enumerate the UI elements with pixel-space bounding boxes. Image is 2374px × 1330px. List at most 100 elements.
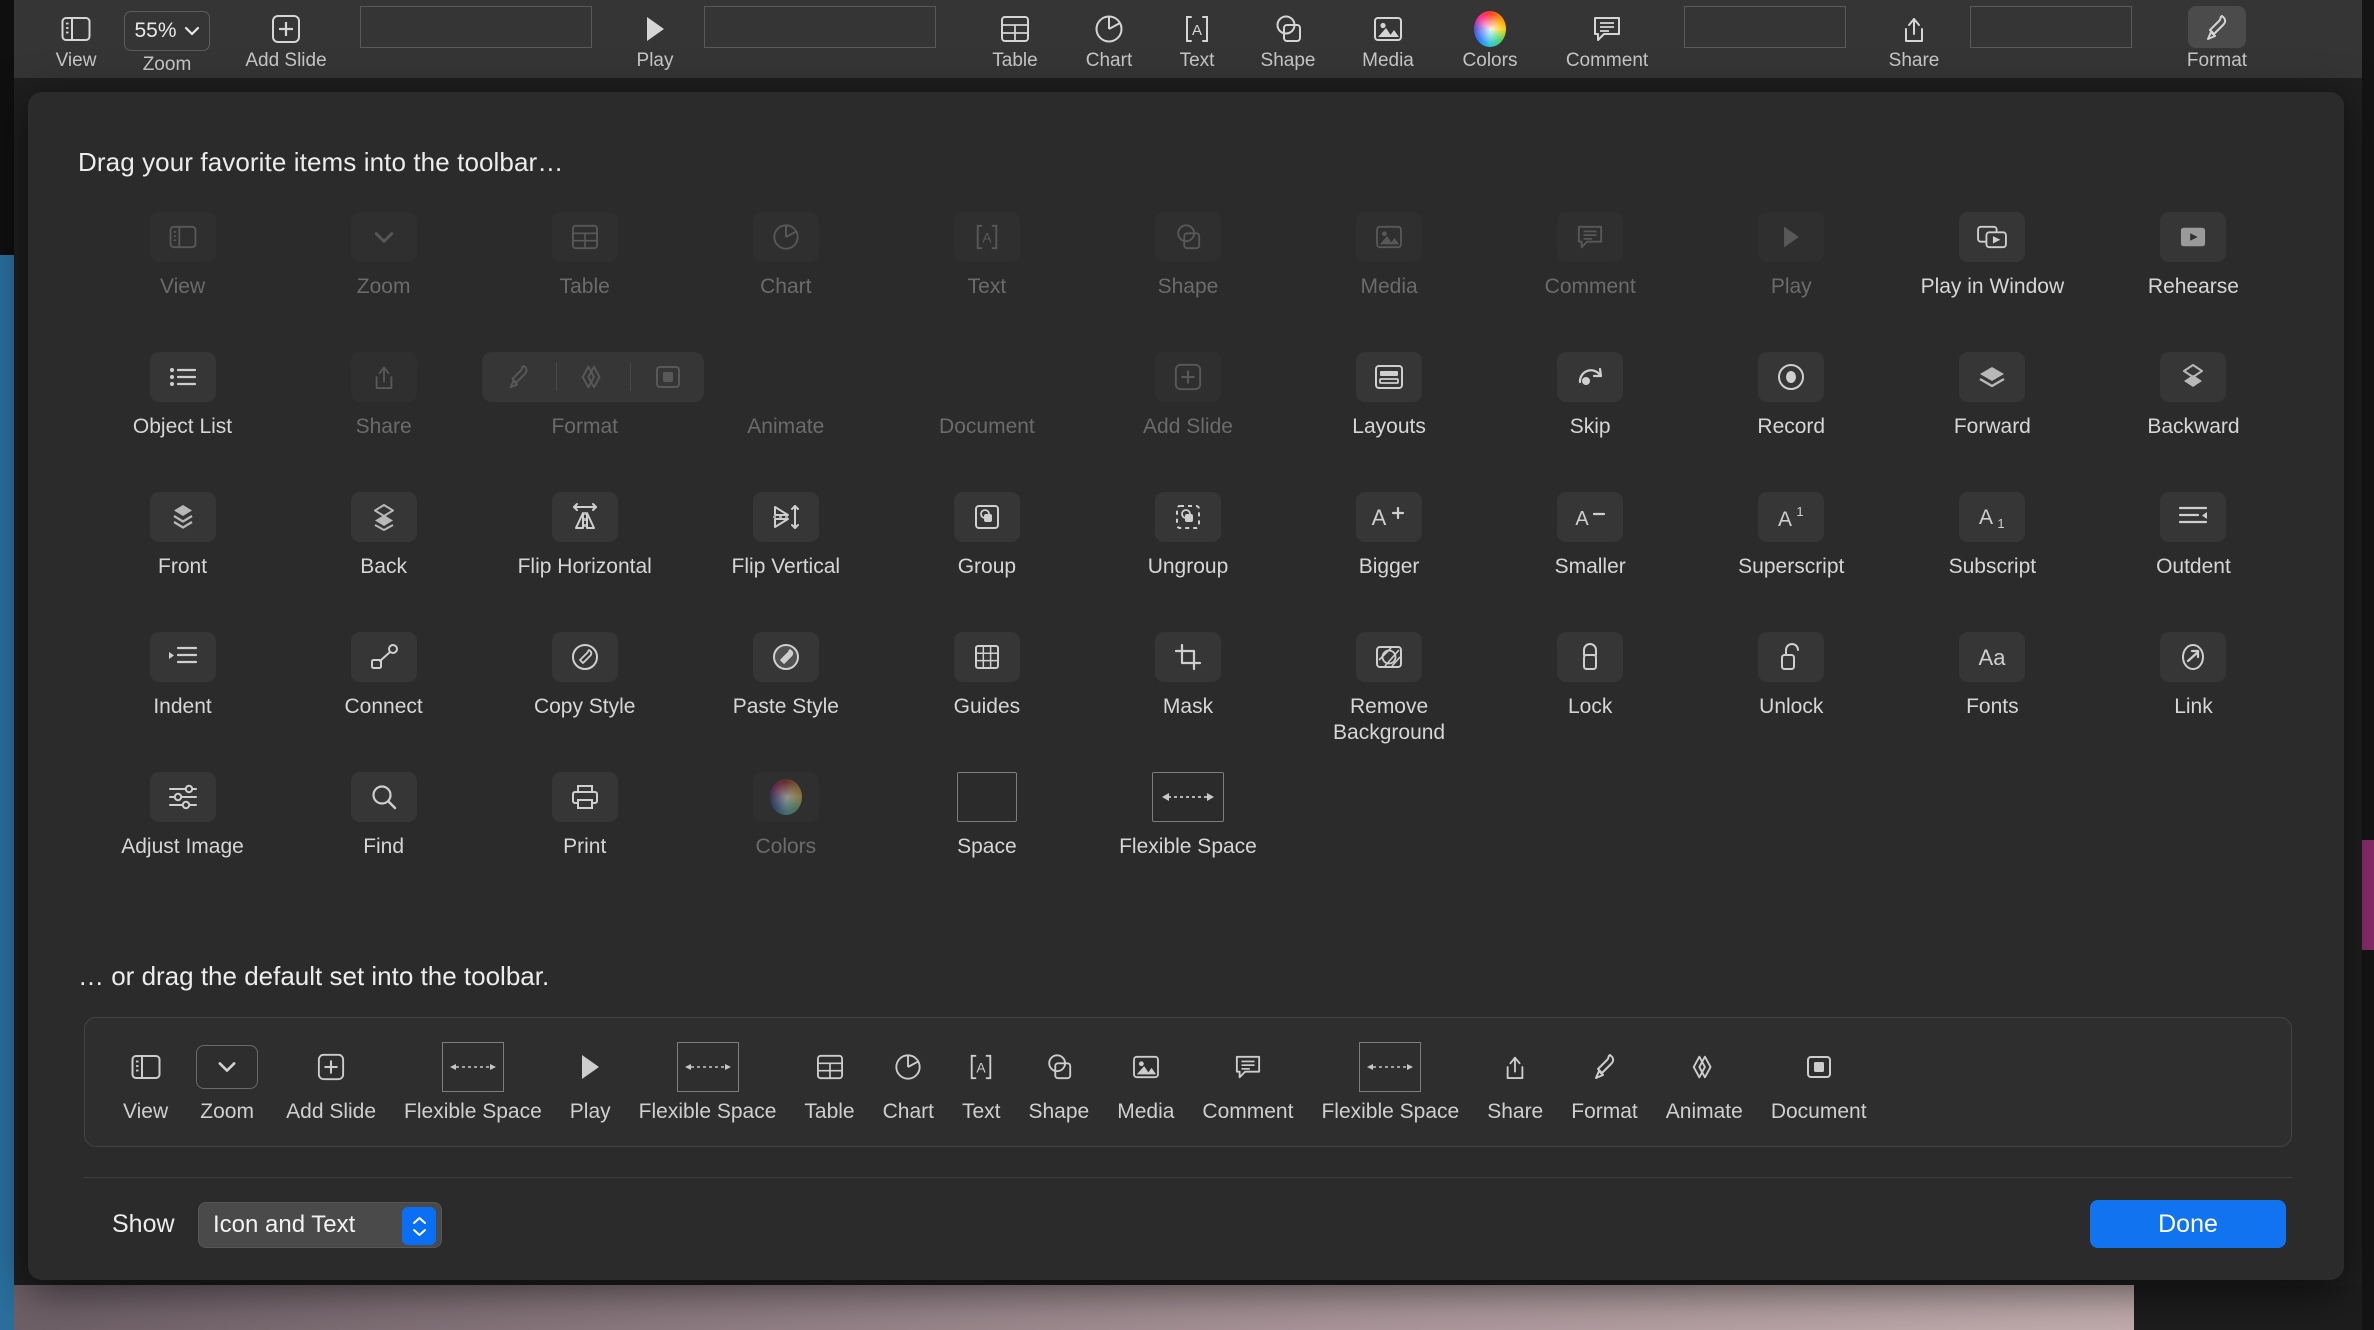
palette-item-chart[interactable]: Chart (685, 212, 886, 330)
palette-item-lock[interactable]: Lock (1490, 632, 1691, 750)
toolbar-item-format[interactable]: Format (2158, 0, 2276, 78)
default-item-play[interactable]: Play (556, 1040, 625, 1124)
zoom-popup[interactable]: 55% (124, 10, 210, 52)
toolbar-flexible-space-2[interactable] (704, 6, 936, 48)
toolbar-flexible-space-1[interactable] (360, 6, 592, 48)
toolbar-item-view[interactable]: View (40, 0, 112, 78)
toolbar-item-play[interactable]: Play (614, 0, 696, 78)
palette-item-colors[interactable]: Colors (685, 772, 886, 890)
palette-item-ungroup[interactable]: Ungroup (1087, 492, 1288, 610)
default-item-flexible-space-3[interactable]: Flexible Space (1307, 1040, 1473, 1124)
palette-item-skip[interactable]: Skip (1490, 352, 1691, 470)
palette-item-shape[interactable]: Shape (1087, 212, 1288, 330)
palette-item-bigger[interactable]: A Bigger (1289, 492, 1490, 610)
palette-item-superscript[interactable]: A1 Superscript (1691, 492, 1892, 610)
palette-item-subscript[interactable]: A1 Subscript (1892, 492, 2093, 610)
palette-item-guides[interactable]: Guides (886, 632, 1087, 750)
window-right-edge (2362, 0, 2374, 1330)
palette-item-forward[interactable]: Forward (1892, 352, 2093, 470)
palette-item-text[interactable]: A Text (886, 212, 1087, 330)
palette-item-adjust-image[interactable]: Adjust Image (82, 772, 283, 890)
search-icon (350, 772, 417, 822)
palette-item-link[interactable]: Link (2093, 632, 2294, 750)
table-icon (551, 212, 618, 262)
default-item-shape[interactable]: Shape (1014, 1040, 1103, 1124)
toolbar-item-comment[interactable]: Comment (1542, 0, 1672, 78)
default-item-document[interactable]: Document (1757, 1040, 1881, 1124)
palette-item-flexible-space[interactable]: Flexible Space (1087, 772, 1288, 890)
default-item-add-slide[interactable]: Add Slide (272, 1040, 390, 1124)
palette-item-indent[interactable]: Indent (82, 632, 283, 750)
palette-item-copy-style[interactable]: Copy Style (484, 632, 685, 750)
toolbar-flexible-space-4[interactable] (1970, 6, 2132, 48)
default-item-flexible-space-1[interactable]: Flexible Space (390, 1040, 556, 1124)
toolbar-item-zoom[interactable]: 55% Zoom (112, 0, 222, 78)
palette-item-backward[interactable]: Backward (2093, 352, 2294, 470)
default-item-format[interactable]: Format (1557, 1040, 1652, 1124)
format-segment[interactable] (482, 352, 555, 402)
palette-item-group[interactable]: Group (886, 492, 1087, 610)
toolbar-item-chart[interactable]: Chart (1062, 0, 1156, 78)
default-item-share[interactable]: Share (1473, 1040, 1557, 1124)
default-item-comment[interactable]: Comment (1188, 1040, 1307, 1124)
toolbar-item-add-slide[interactable]: Add Slide (222, 0, 350, 78)
toolbar-item-table[interactable]: Table (968, 0, 1062, 78)
animate-segment[interactable] (557, 352, 630, 402)
toolbar-item-label: Table (992, 50, 1038, 71)
palette-item-play-in-window[interactable]: Play in Window (1892, 212, 2093, 330)
palette-item-object-list[interactable]: Object List (82, 352, 283, 470)
palette-item-unlock[interactable]: Unlock (1691, 632, 1892, 750)
palette-item-layouts[interactable]: Layouts (1289, 352, 1490, 470)
palette-item-comment[interactable]: Comment (1490, 212, 1691, 330)
palette-item-zoom[interactable]: Zoom (283, 212, 484, 330)
palette-item-media[interactable]: Media (1289, 212, 1490, 330)
default-item-zoom[interactable]: Zoom (182, 1040, 272, 1124)
default-item-view[interactable]: View (109, 1040, 182, 1124)
toolbar-item-shape[interactable]: Shape (1238, 0, 1338, 78)
chevron-up-down-icon[interactable] (402, 1207, 436, 1245)
palette-item-share[interactable]: Share (283, 352, 484, 470)
text-icon: A (968, 1040, 994, 1094)
plus-square-icon (271, 10, 301, 48)
palette-item-fonts[interactable]: Aa Fonts (1892, 632, 2093, 750)
default-toolbar-set[interactable]: View Zoom Add Slide Flexible Space Play … (84, 1017, 2292, 1147)
palette-item-play[interactable]: Play (1691, 212, 1892, 330)
palette-item-document[interactable]: Document (886, 352, 1087, 470)
show-mode-select[interactable]: Icon and Text (198, 1202, 442, 1248)
palette-item-add-slide[interactable]: Add Slide (1087, 352, 1288, 470)
palette-item-animate[interactable]: Animate (685, 352, 886, 470)
chevron-down-icon (184, 26, 199, 36)
palette-item-space[interactable]: Space (886, 772, 1087, 890)
default-item-flexible-space-2[interactable]: Flexible Space (625, 1040, 791, 1124)
palette-item-print[interactable]: Print (484, 772, 685, 890)
toolbar-flexible-space-3[interactable] (1684, 6, 1846, 48)
palette-item-table[interactable]: Table (484, 212, 685, 330)
default-item-text[interactable]: A Text (948, 1040, 1015, 1124)
default-item-chart[interactable]: Chart (869, 1040, 948, 1124)
palette-item-remove-background[interactable]: Remove Background (1289, 632, 1490, 750)
palette-item-record[interactable]: Record (1691, 352, 1892, 470)
toolbar-item-text[interactable]: A Text (1156, 0, 1238, 78)
default-item-media[interactable]: Media (1103, 1040, 1188, 1124)
palette-item-outdent[interactable]: Outdent (2093, 492, 2294, 610)
palette-item-front[interactable]: Front (82, 492, 283, 610)
document-segment[interactable] (631, 352, 704, 402)
svg-text:A: A (1979, 506, 1993, 529)
palette-item-connect[interactable]: Connect (283, 632, 484, 750)
palette-item-mask[interactable]: Mask (1087, 632, 1288, 750)
palette-item-view[interactable]: View (82, 212, 283, 330)
palette-item-paste-style[interactable]: Paste Style (685, 632, 886, 750)
default-item-animate[interactable]: Animate (1652, 1040, 1757, 1124)
palette-item-flip-horizontal[interactable]: Flip Horizontal (484, 492, 685, 610)
palette-item-find[interactable]: Find (283, 772, 484, 890)
default-item-table[interactable]: Table (790, 1040, 868, 1124)
palette-item-back[interactable]: Back (283, 492, 484, 610)
palette-item-format[interactable]: Format (482, 352, 705, 470)
palette-item-flip-vertical[interactable]: Flip Vertical (685, 492, 886, 610)
palette-item-rehearse[interactable]: Rehearse (2093, 212, 2294, 330)
toolbar-item-colors[interactable]: Colors (1438, 0, 1542, 78)
palette-item-smaller[interactable]: A Smaller (1490, 492, 1691, 610)
toolbar-item-share[interactable]: Share (1868, 0, 1960, 78)
toolbar-item-media[interactable]: Media (1338, 0, 1438, 78)
done-button[interactable]: Done (2090, 1200, 2286, 1248)
